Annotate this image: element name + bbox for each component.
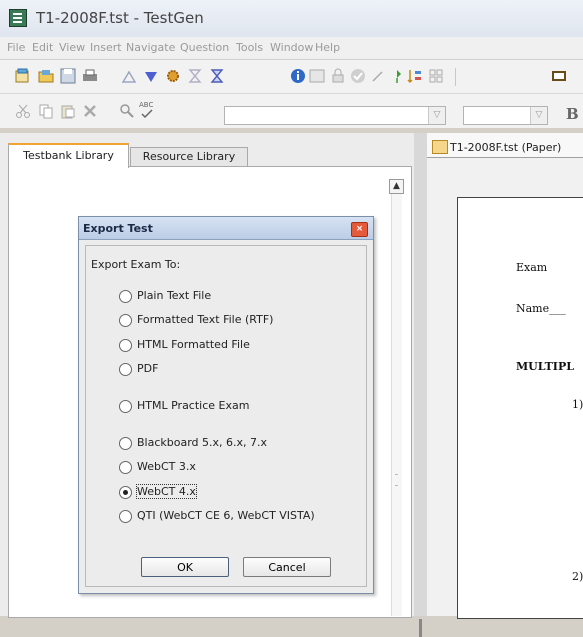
chevron-down-icon[interactable]: ▽ <box>428 107 445 124</box>
option-label: WebCT 4.x <box>136 484 197 499</box>
option-label: Blackboard 5.x, 6.x, 7.x <box>137 436 268 449</box>
lock-icon[interactable] <box>330 68 346 84</box>
font-size-combo[interactable]: ▽ <box>463 106 548 125</box>
find-icon[interactable] <box>119 103 135 119</box>
spell-check-icon[interactable]: ABC <box>137 101 159 121</box>
pin-icon[interactable] <box>389 68 405 84</box>
radio-button-selected[interactable] <box>119 486 132 499</box>
title-bar: T1-2008F.tst - TestGen <box>0 0 583 38</box>
question-number-1: 1) <box>572 398 583 411</box>
scroll-up-arrow-icon[interactable]: ▲ <box>389 179 404 194</box>
tab-testbank-library[interactable]: Testbank Library <box>8 143 129 168</box>
document-tab-label: T1-2008F.tst (Paper) <box>450 141 562 154</box>
info-icon[interactable] <box>290 68 306 84</box>
dialog-title: Export Test <box>83 222 153 235</box>
pane-splitter[interactable] <box>414 133 427 637</box>
dialog-title-bar[interactable]: Export Test × <box>79 217 373 240</box>
chevron-down-icon[interactable]: ▽ <box>530 107 547 124</box>
testgen-app-icon <box>9 9 27 27</box>
radio-button[interactable] <box>119 437 132 450</box>
menu-question[interactable]: Question <box>180 41 229 54</box>
vertical-scrollbar[interactable] <box>391 194 402 616</box>
wand-icon[interactable] <box>370 68 386 84</box>
cut-icon[interactable] <box>15 103 31 119</box>
radio-button[interactable] <box>119 363 132 376</box>
window-title: T1-2008F.tst - TestGen <box>36 9 204 27</box>
question-number-2: 2) <box>572 570 583 583</box>
move-up-icon[interactable] <box>121 69 137 85</box>
option-label: QTI (WebCT CE 6, WebCT VISTA) <box>137 509 315 522</box>
book-icon[interactable] <box>551 68 567 84</box>
spell-check-mark-icon <box>141 109 153 119</box>
option-label: PDF <box>137 362 159 375</box>
radio-button[interactable] <box>119 290 132 303</box>
menu-file[interactable]: File <box>7 41 25 54</box>
menu-window[interactable]: Window <box>270 41 313 54</box>
radio-button[interactable] <box>119 461 132 474</box>
copy-icon[interactable] <box>38 103 54 119</box>
style-combo[interactable]: ▽ <box>224 106 446 125</box>
option-label: HTML Formatted File <box>137 338 250 351</box>
move-down-icon[interactable] <box>143 69 159 85</box>
menu-tools[interactable]: Tools <box>236 41 263 54</box>
timer-icon[interactable] <box>209 68 225 84</box>
new-test-icon[interactable] <box>15 68 31 84</box>
menu-bar: File Edit View Insert Navigate Question … <box>0 37 583 60</box>
toolbar-separator <box>455 68 456 86</box>
hourglass-icon[interactable] <box>187 68 203 84</box>
open-folder-icon[interactable] <box>38 68 54 84</box>
print-icon[interactable] <box>82 68 98 84</box>
menu-navigate[interactable]: Navigate <box>126 41 175 54</box>
scrollbar-grip[interactable] <box>395 474 398 486</box>
paste-icon[interactable] <box>60 103 76 119</box>
tab-resource-library[interactable]: Resource Library <box>130 147 248 166</box>
test-document-icon <box>432 140 448 154</box>
check-circle-icon[interactable] <box>350 68 366 84</box>
cancel-button[interactable]: Cancel <box>243 557 331 577</box>
save-icon[interactable] <box>60 68 76 84</box>
name-line: Name___ <box>516 302 566 315</box>
exam-heading: Exam <box>516 261 548 274</box>
grid-icon[interactable] <box>309 68 325 84</box>
export-exam-to-label: Export Exam To: <box>91 258 181 271</box>
option-label: HTML Practice Exam <box>137 399 250 412</box>
menu-help[interactable]: Help <box>315 41 340 54</box>
menu-edit[interactable]: Edit <box>32 41 53 54</box>
grid-view-icon[interactable] <box>428 68 444 84</box>
radio-button[interactable] <box>119 400 132 413</box>
ok-button[interactable]: OK <box>141 557 229 577</box>
gear-icon[interactable] <box>165 68 181 84</box>
delete-icon[interactable] <box>82 103 98 119</box>
option-label: Formatted Text File (RTF) <box>137 313 274 326</box>
radio-button[interactable] <box>119 339 132 352</box>
radio-button[interactable] <box>119 510 132 523</box>
menu-insert[interactable]: Insert <box>90 41 122 54</box>
radio-button[interactable] <box>119 314 132 327</box>
bold-button[interactable]: B <box>566 105 579 123</box>
menu-view[interactable]: View <box>59 41 85 54</box>
main-toolbar <box>0 60 583 94</box>
option-label: WebCT 3.x <box>137 460 196 473</box>
close-icon[interactable]: × <box>351 222 368 237</box>
section-heading: MULTIPL <box>516 360 574 373</box>
option-label: Plain Text File <box>137 289 212 302</box>
sort-icon[interactable] <box>407 68 423 84</box>
splitter-grip[interactable] <box>419 619 422 637</box>
